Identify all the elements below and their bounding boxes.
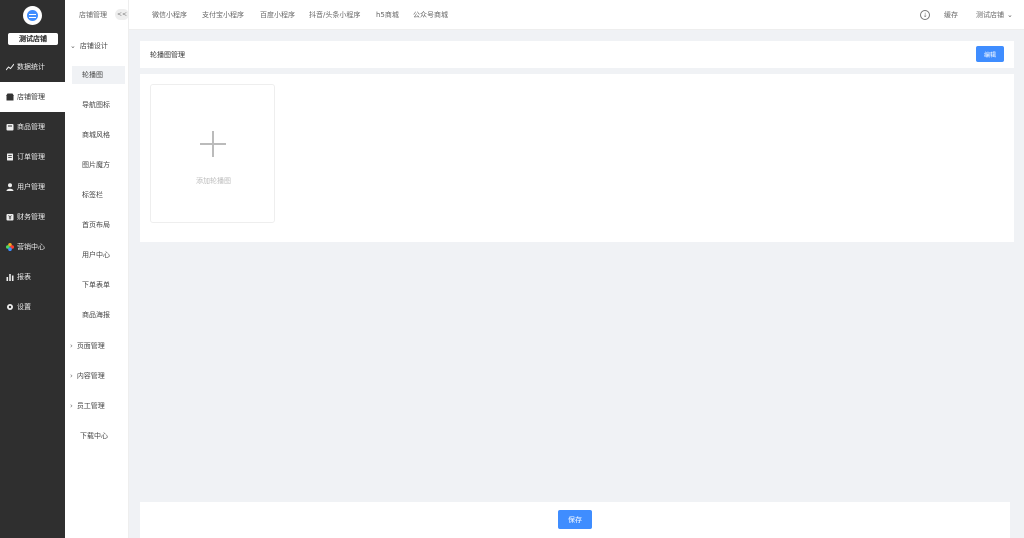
sidebar-item-label: 店铺管理 — [17, 93, 45, 101]
group-label: 店铺设计 — [79, 42, 108, 50]
cache-button[interactable]: 缓存 — [944, 10, 958, 20]
subnav-item-goods-poster[interactable]: 商品海报 — [72, 306, 125, 324]
shop-icon — [6, 93, 14, 101]
marketing-icon — [6, 243, 14, 251]
top-bar: 微信小程序 支付宝小程序 百度小程序 抖音/头条小程序 h5商城 公众号商城 ↓… — [129, 0, 1024, 30]
store-select[interactable]: 测试店铺 ⌄ — [976, 10, 1013, 20]
sidebar-item-data-stats[interactable]: 数据统计 — [0, 52, 65, 82]
subnav-item-nav-icons[interactable]: 导航图标 — [72, 96, 125, 114]
sub-sidebar: 店铺管理 << ⌄ 店铺设计 轮播图 导航图标 商城风格 图片魔方 标签栏 首页… — [65, 0, 129, 538]
sidebar-item-label: 用户管理 — [17, 183, 45, 191]
finance-icon — [6, 213, 14, 221]
tab-wechat-miniprogram[interactable]: 微信小程序 — [152, 10, 187, 20]
gear-icon — [6, 303, 14, 311]
group-label: 页面管理 — [76, 342, 105, 350]
sidebar-item-marketing[interactable]: 营销中心 — [0, 232, 65, 262]
chevron-right-icon: › — [70, 372, 73, 380]
store-name: 测试店铺 — [8, 33, 58, 45]
subnav-item-label: 商城风格 — [82, 131, 110, 139]
tab-official-account-mall[interactable]: 公众号商城 — [413, 10, 448, 20]
chevron-right-icon: › — [70, 402, 73, 410]
sidebar-item-label: 营销中心 — [17, 243, 45, 251]
subnav-item-image-cube[interactable]: 图片魔方 — [72, 156, 125, 174]
order-icon — [6, 153, 14, 161]
chevron-down-icon: ⌄ — [70, 42, 76, 50]
sidebar-item-settings[interactable]: 设置 — [0, 292, 65, 322]
main-sidebar: 测试店铺 数据统计 店铺管理 商品管理 订单管理 用户管理 财务管理 营销中心 … — [0, 0, 65, 538]
subnav-item-label: 用户中心 — [82, 251, 110, 259]
logo-area: 测试店铺 — [0, 0, 65, 52]
tab-alipay-miniprogram[interactable]: 支付宝小程序 — [202, 10, 244, 20]
tab-baidu-miniprogram[interactable]: 百度小程序 — [260, 10, 295, 20]
group-label: 内容管理 — [76, 372, 105, 380]
group-page-manage[interactable]: › 页面管理 — [70, 340, 105, 352]
line-chart-icon — [6, 63, 14, 71]
bar-chart-icon — [6, 273, 14, 281]
panel-body: 添加轮播图 — [140, 74, 1014, 242]
subnav-item-home-layout[interactable]: 首页布局 — [72, 216, 125, 234]
bottom-save-bar: 保存 — [140, 502, 1010, 538]
subnav-item-order-form[interactable]: 下单表单 — [72, 276, 125, 294]
sidebar-item-label: 订单管理 — [17, 153, 45, 161]
subnav-item-label: 轮播图 — [82, 71, 103, 79]
panel-title: 轮播图管理 — [150, 51, 185, 59]
subnav-item-carousel[interactable]: 轮播图 — [72, 66, 125, 84]
sidebar-item-users[interactable]: 用户管理 — [0, 172, 65, 202]
subnav-item-tab-bar[interactable]: 标签栏 — [72, 186, 125, 204]
edit-button[interactable]: 编辑 — [976, 46, 1004, 62]
sidebar-item-reports[interactable]: 报表 — [0, 262, 65, 292]
sidebar-item-finance[interactable]: 财务管理 — [0, 202, 65, 232]
group-staff-manage[interactable]: › 员工管理 — [70, 400, 105, 412]
sub-sidebar-title: 店铺管理 — [79, 11, 107, 19]
sidebar-item-goods[interactable]: 商品管理 — [0, 112, 65, 142]
sidebar-item-orders[interactable]: 订单管理 — [0, 142, 65, 172]
add-carousel-card[interactable]: 添加轮播图 — [150, 84, 275, 223]
plus-icon — [200, 131, 226, 157]
group-label: 下载中心 — [80, 432, 108, 440]
tab-h5-mall[interactable]: h5商城 — [376, 10, 399, 20]
chevron-right-icon: › — [70, 342, 73, 350]
subnav-item-label: 首页布局 — [82, 221, 110, 229]
store-logo[interactable] — [23, 6, 42, 25]
sidebar-item-label: 设置 — [17, 303, 31, 311]
download-icon[interactable]: ↓ — [920, 10, 930, 20]
group-store-design[interactable]: ⌄ 店铺设计 — [70, 40, 108, 52]
group-content-manage[interactable]: › 内容管理 — [70, 370, 105, 382]
subnav-item-label: 标签栏 — [82, 191, 103, 199]
sidebar-item-shop[interactable]: 店铺管理 — [0, 82, 65, 112]
sidebar-item-label: 报表 — [17, 273, 31, 281]
panel-header: 轮播图管理 编辑 — [140, 41, 1014, 68]
subnav-item-label: 下单表单 — [82, 281, 110, 289]
store-select-label: 测试店铺 — [976, 11, 1004, 19]
subnav-item-mall-style[interactable]: 商城风格 — [72, 126, 125, 144]
group-label: 员工管理 — [76, 402, 105, 410]
subnav-item-user-center[interactable]: 用户中心 — [72, 246, 125, 264]
sidebar-item-label: 财务管理 — [17, 213, 45, 221]
tab-douyin-miniprogram[interactable]: 抖音/头条小程序 — [309, 10, 360, 20]
chevron-down-icon: ⌄ — [1007, 11, 1013, 19]
download-center[interactable]: 下载中心 — [80, 430, 108, 442]
subnav-item-label: 图片魔方 — [82, 161, 110, 169]
collapse-button[interactable]: << — [115, 9, 129, 20]
add-carousel-label: 添加轮播图 — [196, 177, 231, 185]
sidebar-item-label: 数据统计 — [17, 63, 45, 71]
subnav-item-label: 导航图标 — [82, 101, 110, 109]
subnav-item-label: 商品海报 — [82, 311, 110, 319]
sub-sidebar-header: 店铺管理 << — [65, 0, 129, 30]
sidebar-item-label: 商品管理 — [17, 123, 45, 131]
goods-icon — [6, 123, 14, 131]
user-icon — [6, 183, 14, 191]
save-button[interactable]: 保存 — [558, 510, 592, 529]
